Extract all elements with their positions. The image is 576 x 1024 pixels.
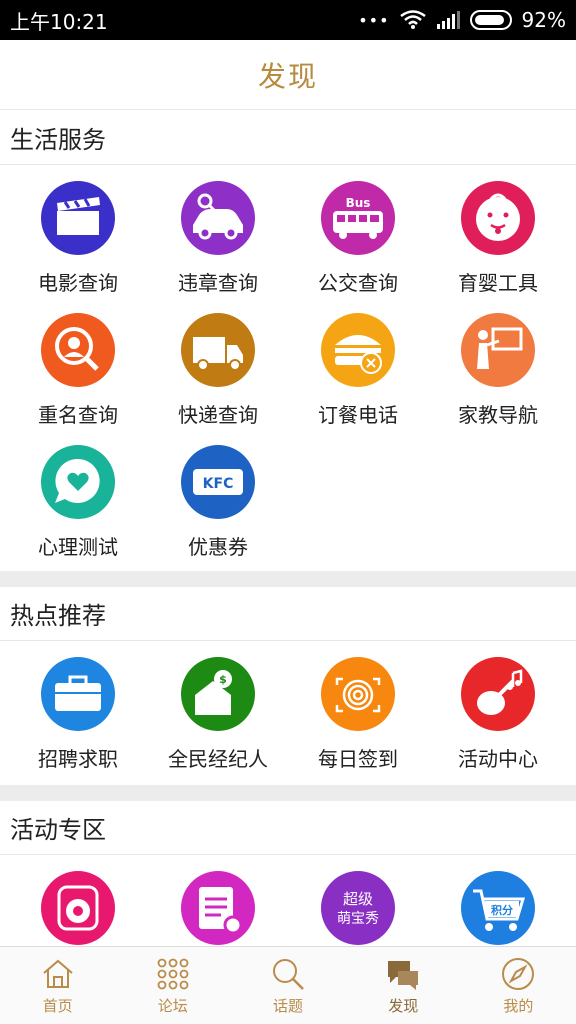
bus-icon: Bus	[321, 181, 395, 255]
service-label: 招聘求职	[38, 747, 118, 771]
life-services-grid: 电影查询 违章查询 Bus 公交查询 育婴工具 重名查询 快递查询 订餐电话 家…	[0, 165, 576, 570]
service-label: 快递查询	[178, 403, 258, 427]
fingerprint-icon	[321, 657, 395, 731]
service-bus[interactable]: Bus 公交查询	[286, 165, 430, 297]
tab-label: 论坛	[157, 997, 188, 1015]
section-header-hot: 热点推荐	[0, 587, 576, 641]
events-grid: 超级萌宝秀 积分	[0, 855, 576, 946]
service-movie[interactable]: 电影查询	[6, 165, 150, 297]
cute-baby-show-icon: 超级 萌宝秀	[321, 871, 395, 945]
heart-chat-icon	[41, 445, 115, 519]
briefcase-icon	[41, 657, 115, 731]
battery-icon	[469, 10, 512, 30]
kfc-icon-text: KFC	[203, 476, 234, 492]
status-icons: ••• 92%	[358, 8, 566, 32]
hot-events-center[interactable]: 活动中心	[426, 641, 570, 773]
delivery-truck-icon	[181, 313, 255, 387]
event-speaker[interactable]	[6, 855, 150, 946]
guitar-music-icon	[461, 657, 535, 731]
notepad-gear-icon	[181, 871, 255, 945]
section-divider	[0, 785, 576, 801]
baby-show-line-2: 萌宝秀	[337, 911, 379, 927]
page-title: 发现	[257, 59, 318, 93]
service-tutor[interactable]: 家教导航	[426, 297, 570, 429]
car-search-icon	[181, 181, 255, 255]
wifi-icon	[399, 10, 426, 29]
service-label: 违章查询	[178, 271, 258, 295]
teacher-board-icon	[461, 313, 535, 387]
service-baby[interactable]: 育婴工具	[426, 165, 570, 297]
service-label: 育婴工具	[458, 271, 538, 295]
service-coupon[interactable]: KFC 优惠券	[146, 429, 290, 561]
hot-checkin[interactable]: 每日签到	[286, 641, 430, 773]
tab-forum[interactable]: 论坛	[115, 947, 230, 1024]
service-psych-test[interactable]: 心理测试	[6, 429, 150, 561]
points-icon-text: 积分	[491, 903, 513, 917]
event-baby-show[interactable]: 超级 萌宝秀	[286, 855, 430, 946]
burger-cutlery-icon	[321, 313, 395, 387]
section-header-life: 生活服务	[0, 111, 576, 165]
speaker-icon	[41, 871, 115, 945]
service-violation[interactable]: 违章查询	[146, 165, 290, 297]
search-icon	[273, 959, 304, 990]
signal-icon	[436, 11, 460, 29]
points-cart-icon: 积分	[461, 871, 535, 945]
event-notepad[interactable]	[146, 855, 290, 946]
tab-label: 发现	[388, 997, 419, 1015]
hot-jobs[interactable]: 招聘求职	[6, 641, 150, 773]
tab-label: 话题	[273, 997, 304, 1015]
baby-show-line-1: 超级	[343, 890, 373, 908]
service-label: 优惠券	[188, 535, 248, 559]
baby-face-icon	[461, 181, 535, 255]
service-name-search[interactable]: 重名查询	[6, 297, 150, 429]
title-bar: 发现	[0, 40, 576, 110]
service-label: 电影查询	[38, 271, 118, 295]
service-label: 重名查询	[38, 403, 118, 427]
hot-agent[interactable]: $ 全民经纪人	[146, 641, 290, 773]
bottom-tab-bar: 首页 论坛 话题 发现 我的	[0, 946, 576, 1024]
status-dots: •••	[358, 10, 390, 30]
name-search-icon	[41, 313, 115, 387]
tab-home[interactable]: 首页	[0, 947, 115, 1024]
service-label: 家教导航	[458, 403, 538, 427]
hot-recommend-grid: 招聘求职 $ 全民经纪人 每日签到 活动中心	[0, 641, 576, 784]
service-express[interactable]: 快递查询	[146, 297, 290, 429]
kfc-coupon-icon: KFC	[181, 445, 255, 519]
service-label: 公交查询	[318, 271, 398, 295]
tab-topics[interactable]: 话题	[230, 947, 345, 1024]
tab-label: 首页	[42, 997, 73, 1015]
grid-dots-icon	[157, 958, 189, 990]
compass-icon	[502, 958, 535, 990]
service-label: 订餐电话	[318, 403, 398, 427]
svg-text:$: $	[219, 673, 227, 686]
service-label: 活动中心	[458, 747, 538, 771]
section-divider	[0, 571, 576, 587]
status-time: 上午10:21	[10, 9, 108, 34]
service-food-phone[interactable]: 订餐电话	[286, 297, 430, 429]
service-label: 每日签到	[318, 747, 398, 771]
tab-mine[interactable]: 我的	[461, 947, 576, 1024]
battery-percent: 92%	[521, 8, 566, 32]
chat-bubbles-icon	[388, 961, 419, 990]
event-points-mall[interactable]: 积分	[426, 855, 570, 946]
film-clapper-icon	[41, 181, 115, 255]
tab-label: 我的	[503, 997, 534, 1015]
service-label: 全民经纪人	[168, 747, 268, 771]
house-money-icon: $	[181, 657, 255, 731]
status-bar: 上午10:21 ••• 92%	[0, 0, 576, 40]
bus-icon-text: Bus	[346, 196, 371, 210]
section-header-events: 活动专区	[0, 801, 576, 855]
home-icon	[42, 959, 73, 988]
tab-discover[interactable]: 发现	[346, 947, 461, 1024]
service-label: 心理测试	[38, 535, 118, 559]
